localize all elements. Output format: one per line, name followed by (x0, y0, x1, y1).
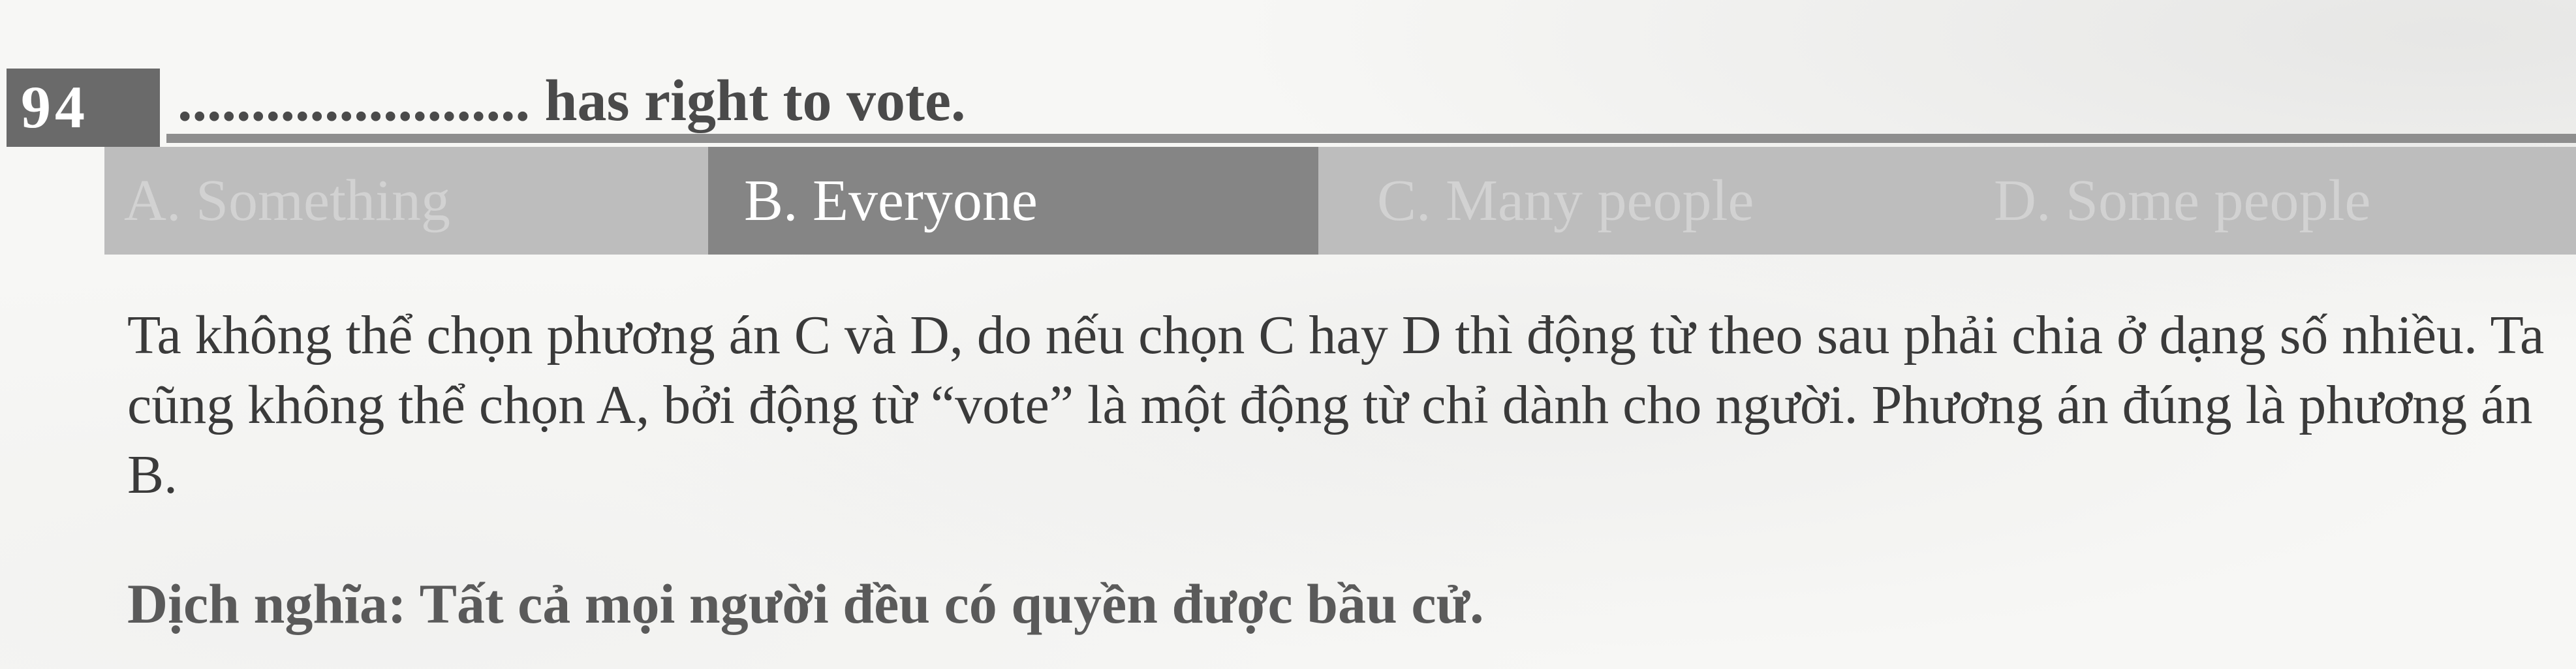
question-underline-rule (166, 134, 2576, 143)
option-d: D. Some people (1994, 168, 2371, 233)
answer-options-band: A. Something B. Everyone C. Many people … (104, 147, 2576, 255)
explanation-text: Ta không thể chọn phương án C và D, do n… (127, 305, 2545, 505)
option-c: C. Many people (1377, 168, 1754, 233)
question-header: 94 ........................ has right to… (7, 69, 2576, 147)
explanation-block: Ta không thể chọn phương án C và D, do n… (127, 300, 2568, 510)
translation-line: Dịch nghĩa: Tất cả mọi người đều có quyề… (127, 572, 1484, 635)
question-number-badge: 94 (7, 69, 160, 147)
option-b-highlighted: B. Everyone (708, 147, 1318, 255)
question-stem: ........................ has right to vo… (178, 69, 966, 133)
option-a: A. Something (124, 168, 451, 233)
